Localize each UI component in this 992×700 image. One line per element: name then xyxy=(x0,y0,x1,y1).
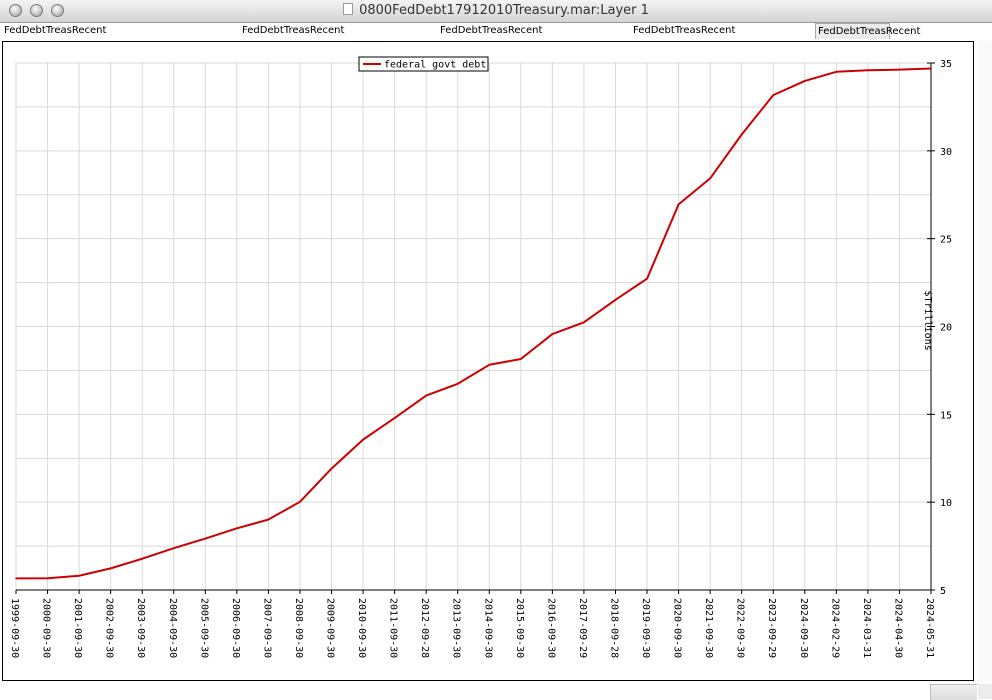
x-tick-label: 2024-03-31 xyxy=(861,598,872,658)
data-point xyxy=(677,203,680,206)
data-point xyxy=(299,501,301,503)
x-tick-label: 2017-09-29 xyxy=(577,598,588,658)
data-point xyxy=(709,177,711,180)
data-point xyxy=(267,518,270,521)
data-point xyxy=(740,133,743,136)
y-axis-title: $Trillions xyxy=(922,291,933,351)
window-title-area: 0800FedDebt17912010Treasury.mar:Layer 1 xyxy=(0,3,992,18)
data-point xyxy=(930,67,932,70)
x-tick-label: 2011-09-30 xyxy=(388,598,399,658)
data-point xyxy=(456,382,459,385)
y-tick-label: 10 xyxy=(940,498,952,509)
x-tick-label: 2010-09-30 xyxy=(356,598,367,658)
y-tick-label: 20 xyxy=(940,323,952,334)
data-point xyxy=(15,577,17,580)
legend-label: federal govt debt xyxy=(384,60,486,71)
x-tick-label: 2000-09-30 xyxy=(41,598,52,658)
data-point xyxy=(362,438,364,441)
x-tick-label: 2014-09-30 xyxy=(482,598,493,658)
tab-fed-debt-3[interactable]: FedDebtTreasRecent xyxy=(438,23,542,39)
x-tick-label: 2005-09-30 xyxy=(198,598,209,658)
data-point xyxy=(520,358,522,360)
tab-fed-debt-5[interactable]: FedDebtTreasRecent xyxy=(815,23,920,39)
debt-line-chart: 5 10 15 20 25 30 35 $Trillions 1999-09-30 2000-09… xyxy=(9,56,952,658)
x-tick-label: 2019-09-30 xyxy=(640,598,651,658)
data-point xyxy=(835,70,838,73)
window-titlebar: 0800FedDebt17912010Treasury.mar:Layer 1 xyxy=(0,0,992,23)
x-tick-label: 2024-05-31 xyxy=(924,598,935,658)
x-tick-label: 2016-09-30 xyxy=(545,598,556,658)
resize-grip-icon[interactable] xyxy=(978,684,992,699)
data-point xyxy=(78,574,80,577)
y-tick-label: 5 xyxy=(940,586,946,597)
x-tick-label: 2002-09-30 xyxy=(104,598,115,658)
x-tick-label: 2004-09-30 xyxy=(167,598,178,658)
x-tick-label: 2021-09-30 xyxy=(703,598,714,658)
tab-fed-debt-4[interactable]: FedDebtTreasRecent xyxy=(631,23,735,39)
x-tick-label: 2024-04-30 xyxy=(892,598,903,658)
x-tick-label: 2008-09-30 xyxy=(293,598,304,658)
x-tick-label: 2020-09-30 xyxy=(672,598,683,658)
window-title: 0800FedDebt17912010Treasury.mar:Layer 1 xyxy=(359,3,649,18)
tab-fed-debt-1[interactable]: FedDebtTreasRecent xyxy=(2,23,106,39)
x-tick-label: 2003-09-30 xyxy=(135,598,146,658)
data-point xyxy=(583,321,585,324)
x-tick-label: 2007-09-30 xyxy=(261,598,272,658)
status-box xyxy=(930,684,977,700)
data-point xyxy=(425,394,427,397)
x-tick-label: 1999-09-30 xyxy=(9,598,20,658)
x-tick-label: 2015-09-30 xyxy=(514,598,525,658)
document-icon xyxy=(343,3,354,15)
x-tick-label: 2024-02-29 xyxy=(829,598,840,658)
right-scroll-area[interactable] xyxy=(978,41,992,681)
layer-tab-bar: FedDebtTreasRecent FedDebtTreasRecent Fe… xyxy=(0,23,992,40)
x-tick-label: 2009-09-30 xyxy=(325,598,336,658)
x-tick-label: 2024-09-30 xyxy=(798,598,809,658)
data-point xyxy=(488,363,491,366)
data-point xyxy=(898,68,901,71)
data-point xyxy=(204,537,207,540)
data-point xyxy=(46,577,49,580)
y-tick-label: 15 xyxy=(940,410,952,421)
tab-fed-debt-2[interactable]: FedDebtTreasRecent xyxy=(240,23,344,39)
x-tick-label: 2012-09-28 xyxy=(419,598,430,658)
data-point xyxy=(393,417,396,419)
data-point xyxy=(772,94,775,96)
data-point xyxy=(803,80,806,82)
x-tick-label: 2006-09-30 xyxy=(230,598,241,658)
data-point xyxy=(330,467,333,470)
data-point xyxy=(109,567,112,570)
data-point xyxy=(867,69,869,72)
data-point xyxy=(141,557,144,560)
x-tick-label: 2023-09-29 xyxy=(766,598,777,658)
x-tick-label: 2018-09-28 xyxy=(608,598,619,658)
data-point xyxy=(236,527,238,530)
data-point xyxy=(551,333,554,335)
y-tick-label: 35 xyxy=(940,59,952,70)
y-tick-label: 30 xyxy=(940,147,952,158)
y-tick-label: 25 xyxy=(940,235,952,246)
x-tick-label: 2022-09-30 xyxy=(735,598,746,658)
data-point xyxy=(172,547,175,549)
x-tick-label: 2001-09-30 xyxy=(72,598,83,658)
x-tick-label: 2013-09-30 xyxy=(451,598,462,658)
data-point xyxy=(646,277,648,280)
chart-panel: 5 10 15 20 25 30 35 $Trillions 1999-09-30 2000-09… xyxy=(2,41,974,681)
data-point xyxy=(614,298,617,301)
